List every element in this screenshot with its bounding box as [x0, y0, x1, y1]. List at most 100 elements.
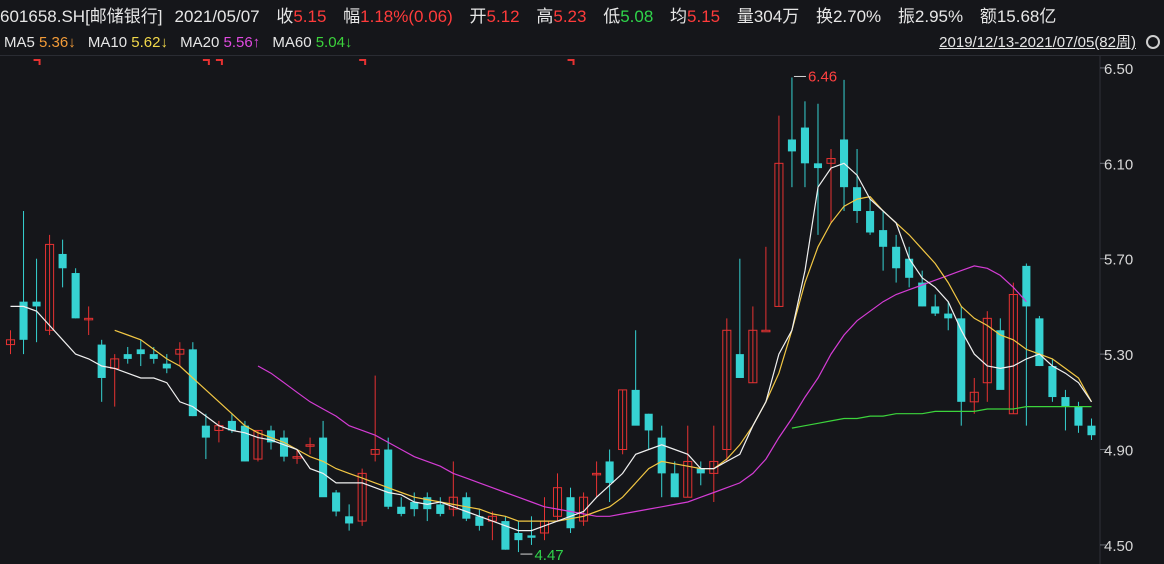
- candle-body-down: [735, 354, 744, 378]
- candle-body-down: [514, 532, 523, 541]
- ma5-line: [10, 162, 1092, 532]
- avg-label: 均: [670, 7, 688, 26]
- candle-body-down: [136, 349, 145, 355]
- candle-body-down: [813, 163, 823, 169]
- ma60-label[interactable]: MA60: [272, 34, 311, 51]
- candle-body-down: [279, 437, 289, 457]
- candle-body-down: [462, 497, 471, 519]
- candle-body-down: [1074, 406, 1083, 426]
- grid-lines: [1099, 56, 1106, 564]
- candle-body-down: [201, 425, 210, 438]
- ma5-label[interactable]: MA5: [4, 34, 35, 51]
- candle-body-down: [162, 363, 171, 369]
- candle-body-down: [696, 468, 705, 474]
- candle-body-down: [1022, 265, 1031, 307]
- high-label: 6.46: [808, 68, 837, 85]
- change-label: 幅: [343, 7, 361, 26]
- candle-body-down: [1048, 366, 1057, 398]
- ma60-line: [791, 406, 1092, 429]
- ma-legend: MA5 5.36↓ MA10 5.62↓ MA20 5.56↑ MA60 5.0…: [0, 31, 352, 55]
- annotations: 6.46 4.47: [33, 59, 837, 564]
- event-marker: [567, 59, 575, 65]
- candle-body-down: [32, 301, 41, 307]
- candle-body-down: [58, 253, 67, 269]
- high-label: 高: [536, 7, 554, 26]
- candles: [5, 77, 1096, 553]
- candlestick-chart[interactable]: 6.50 6.10 5.70 5.30 4.90 4.50 6.46 4.47: [0, 56, 1164, 564]
- y-tick-label: 5.70: [1104, 252, 1133, 269]
- y-tick-label: 6.50: [1104, 61, 1133, 78]
- quote-header: 601658.SH[邮储银行] 2021/05/07 收5.15 幅1.18%(0…: [0, 4, 1056, 30]
- quote-date: 2021/05/07: [174, 7, 260, 26]
- close-value: 5.15: [293, 7, 327, 26]
- ma10-label[interactable]: MA10: [88, 34, 127, 51]
- ma5-value: 5.36↓: [39, 34, 76, 51]
- open-label: 开: [469, 7, 487, 26]
- candle-body-up: [761, 329, 771, 333]
- candle-body-down: [944, 313, 953, 319]
- ma10-value: 5.62↓: [131, 34, 168, 51]
- volume-label: 量: [736, 7, 754, 26]
- low-label: 4.47: [534, 547, 563, 564]
- candle-body-down: [800, 127, 810, 164]
- candle-body-down: [996, 330, 1005, 390]
- candle-body-down: [605, 461, 614, 483]
- candle-body-down: [527, 535, 536, 538]
- event-marker: [33, 59, 41, 65]
- candle-body-down: [97, 344, 106, 378]
- candle-body-down: [631, 389, 640, 426]
- ma20-line: [257, 265, 1027, 517]
- turnover-value: 2.70%: [832, 7, 882, 26]
- candle-body-down: [866, 211, 875, 233]
- stock-code[interactable]: 601658.SH[邮储银行]: [0, 7, 163, 26]
- candle-body-down: [931, 306, 940, 314]
- candle-body-down: [71, 273, 80, 319]
- event-marker: [359, 59, 367, 65]
- candle-body-down: [384, 449, 393, 507]
- low-value: 5.08: [620, 7, 654, 26]
- avg-value: 5.15: [687, 7, 721, 26]
- close-label: 收: [276, 7, 294, 26]
- y-tick-label: 4.90: [1104, 443, 1133, 460]
- low-label: 低: [603, 7, 621, 26]
- change-pct-value: 1.18%: [360, 7, 409, 26]
- candle-body-down: [657, 437, 666, 474]
- candle-body-down: [123, 354, 132, 359]
- candle-body-down: [397, 506, 406, 514]
- candle-body-down: [1035, 318, 1044, 367]
- ma-lines: [10, 162, 1093, 532]
- ma60-value: 5.04↓: [315, 34, 353, 51]
- candle-body-down: [1061, 397, 1070, 407]
- y-tick-label: 4.50: [1104, 538, 1133, 555]
- amplitude-value: 2.95%: [914, 7, 964, 26]
- y-tick-label: 5.30: [1104, 347, 1133, 364]
- volume-value: 304万: [753, 7, 800, 26]
- candle-body-down: [644, 413, 653, 431]
- event-marker: [215, 59, 223, 65]
- candle-body-down: [892, 246, 901, 269]
- candle-body-down: [332, 492, 341, 512]
- settings-circle-icon[interactable]: [1146, 35, 1160, 49]
- amplitude-label: 振: [897, 7, 915, 26]
- candle-body-down: [240, 425, 249, 462]
- high-value: 5.23: [553, 7, 587, 26]
- candle-body-down: [566, 497, 575, 529]
- amount-value: 15.68亿: [996, 7, 1057, 26]
- amount-label: 额: [979, 7, 997, 26]
- candle-body-down: [436, 504, 445, 514]
- candle-body-down: [905, 258, 914, 278]
- ma10-line: [114, 196, 1093, 522]
- y-tick-label: 6.10: [1104, 156, 1133, 173]
- candle-body-down: [879, 230, 888, 247]
- ma20-value: 5.56↑: [223, 34, 261, 51]
- y-axis-ticks: 6.50 6.10 5.70 5.30 4.90 4.50: [1104, 61, 1133, 555]
- ma20-label[interactable]: MA20: [180, 34, 219, 51]
- candle-body-down: [1087, 425, 1096, 436]
- candle-body-down: [319, 437, 328, 498]
- candle-body-down: [345, 516, 354, 524]
- open-value: 5.12: [486, 7, 520, 26]
- change-abs-value: (0.06): [408, 7, 453, 26]
- turnover-label: 换: [815, 7, 833, 26]
- candle-body-down: [787, 139, 796, 152]
- date-range-link[interactable]: 2019/12/13-2021/07/05(82周): [939, 31, 1136, 55]
